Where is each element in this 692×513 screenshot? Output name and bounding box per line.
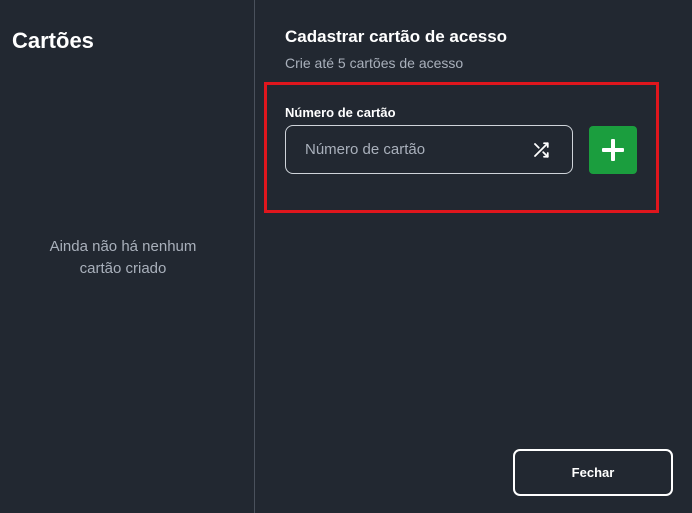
empty-state-line-1: Ainda não há nenhum: [49, 238, 197, 255]
form-subtitle: Crie até 5 cartões de acesso: [285, 55, 464, 71]
panel-title: Cartões: [12, 28, 94, 53]
form-title: Cadastrar cartão de acesso: [285, 27, 508, 46]
panel-divider: [254, 0, 255, 513]
shuffle-icon[interactable]: [529, 138, 553, 162]
cards-list-panel: Cartões Ainda não há nenhum cartão criad…: [0, 0, 254, 513]
card-number-field: [285, 125, 573, 174]
empty-state-message: Ainda não há nenhum cartão criado: [0, 236, 246, 280]
plus-icon: [602, 139, 624, 161]
cards-dialog: Cartões Ainda não há nenhum cartão criad…: [0, 0, 692, 513]
close-button[interactable]: Fechar: [513, 449, 673, 496]
empty-state-line-2: cartão criado: [79, 260, 167, 277]
card-number-input[interactable]: [286, 126, 526, 173]
add-card-button[interactable]: [589, 126, 637, 174]
card-number-label: Número de cartão: [285, 105, 396, 120]
